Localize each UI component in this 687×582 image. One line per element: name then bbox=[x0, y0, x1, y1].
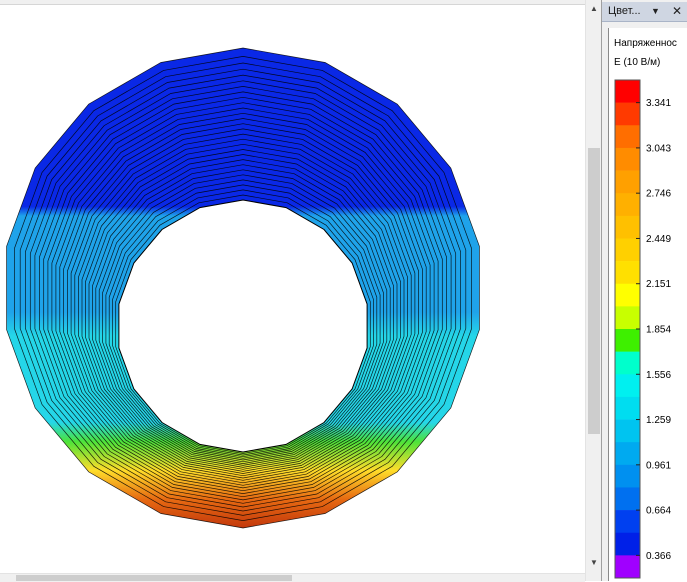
field-plot-viewport[interactable] bbox=[0, 0, 585, 573]
legend-tick-label: 1.259 bbox=[646, 415, 671, 426]
scroll-up-icon[interactable]: ▲ bbox=[586, 2, 602, 16]
panel-header: Цвет... ▼ ✕ bbox=[602, 2, 687, 22]
legend-color-band bbox=[615, 283, 640, 307]
legend-tick-label: 1.854 bbox=[646, 325, 671, 336]
legend-color-band bbox=[615, 329, 640, 352]
legend-color-band bbox=[615, 147, 640, 171]
legend-color-band bbox=[615, 442, 640, 466]
vertical-scrollbar[interactable]: ▲ ▼ bbox=[585, 0, 602, 581]
legend-color-band bbox=[615, 193, 640, 217]
legend-tick-label: 2.151 bbox=[646, 279, 671, 290]
top-edge bbox=[0, 0, 585, 5]
legend-color-band bbox=[615, 170, 640, 194]
legend-color-band bbox=[615, 374, 640, 398]
horizontal-scroll-thumb[interactable] bbox=[16, 575, 292, 581]
legend-color-scale: 3.341 3.043 2.746 2.449 2.151 1.854 1.556 1.259… bbox=[614, 79, 671, 579]
legend-tick-label: 0.961 bbox=[646, 460, 671, 471]
legend-color-band bbox=[615, 419, 640, 443]
legend-color-band bbox=[615, 555, 640, 579]
close-icon[interactable]: ✕ bbox=[672, 4, 682, 18]
legend-tick-label: 3.341 bbox=[646, 98, 671, 109]
legend-color-band bbox=[615, 396, 640, 420]
legend-color-band bbox=[615, 261, 640, 285]
chevron-down-icon[interactable]: ▼ bbox=[651, 6, 660, 16]
legend-tick-label: 1.556 bbox=[646, 370, 671, 381]
legend-color-band bbox=[615, 80, 640, 103]
legend-color-band bbox=[615, 532, 640, 556]
ring-inner-hole bbox=[118, 199, 368, 453]
legend-color-band bbox=[615, 464, 640, 488]
legend-color-band bbox=[615, 510, 640, 534]
panel-title: Цвет... bbox=[608, 5, 641, 17]
vertical-scroll-thumb[interactable] bbox=[588, 148, 600, 434]
legend-color-band bbox=[615, 487, 640, 511]
legend-tick-label: 0.664 bbox=[646, 506, 671, 517]
legend-color-band bbox=[615, 125, 640, 149]
scroll-down-icon[interactable]: ▼ bbox=[586, 556, 602, 570]
legend-color-band bbox=[615, 238, 640, 262]
color-legend: Напряженнос E (10 В/м) 3.341 3.043 2.746 2.… bbox=[608, 28, 687, 581]
legend-color-band bbox=[615, 351, 640, 375]
legend-tick-label: 3.043 bbox=[646, 143, 671, 154]
legend-tick-label: 2.746 bbox=[646, 189, 671, 200]
legend-color-band bbox=[615, 215, 640, 239]
stress-contour-ring bbox=[6, 47, 480, 529]
legend-color-band bbox=[615, 306, 640, 330]
legend-color-band bbox=[615, 102, 640, 126]
legend-tick-label: 0.366 bbox=[646, 551, 671, 562]
legend-tick-label: 2.449 bbox=[646, 234, 671, 245]
